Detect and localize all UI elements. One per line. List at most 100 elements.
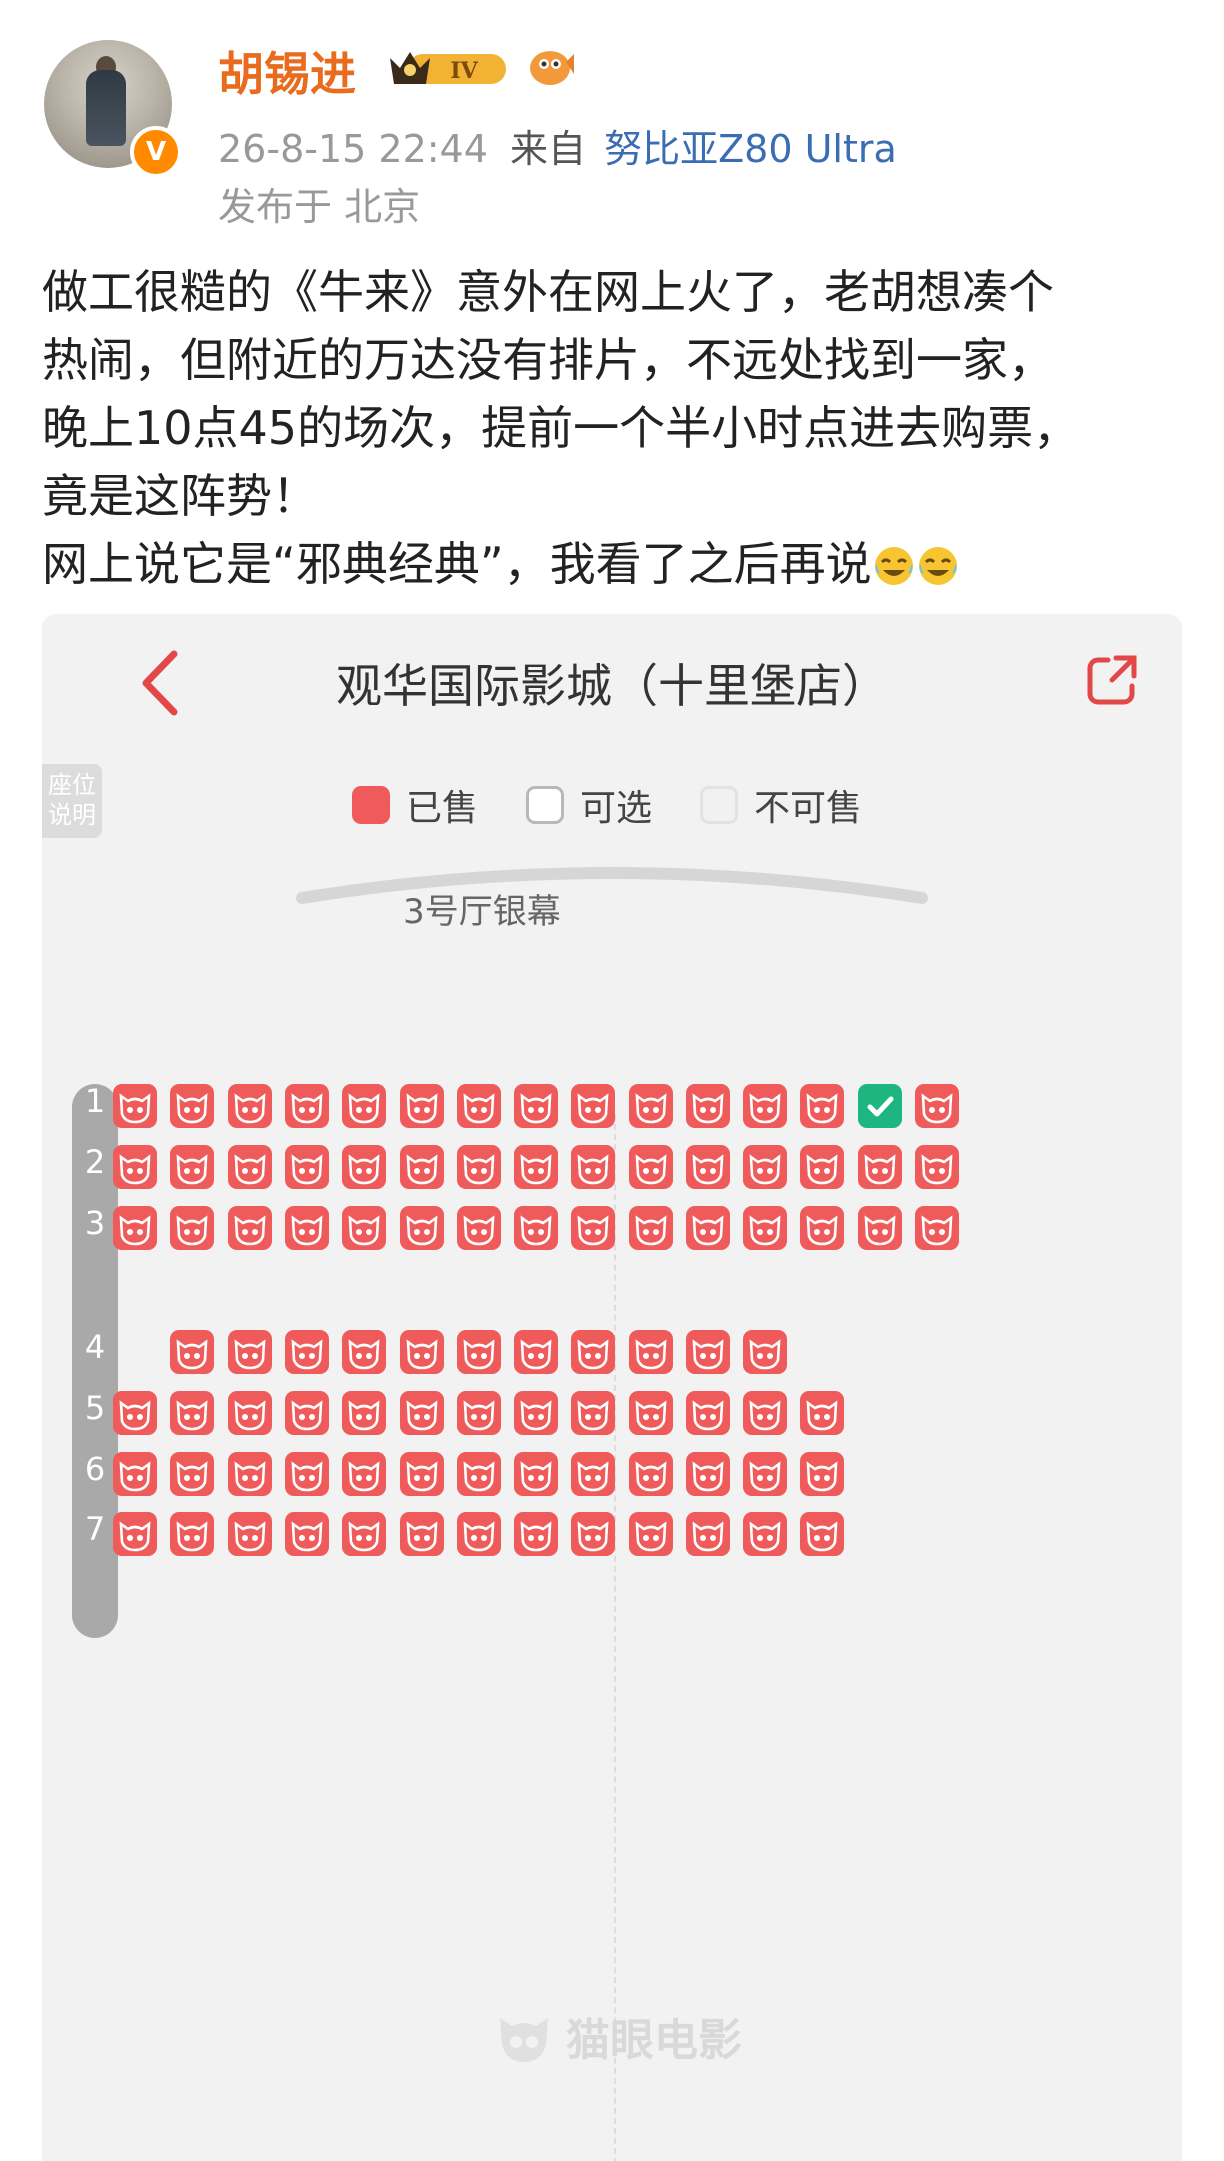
sold-seat[interactable]	[285, 1512, 329, 1556]
sold-seat[interactable]	[915, 1145, 959, 1189]
sold-seat[interactable]	[170, 1391, 214, 1435]
sold-seat[interactable]	[514, 1452, 558, 1496]
sold-seat[interactable]	[629, 1145, 673, 1189]
selected-seat[interactable]	[858, 1084, 902, 1128]
sold-seat[interactable]	[915, 1206, 959, 1250]
sold-seat[interactable]	[113, 1145, 157, 1189]
sold-seat[interactable]	[743, 1452, 787, 1496]
sold-seat[interactable]	[571, 1391, 615, 1435]
sold-seat[interactable]	[686, 1452, 730, 1496]
sold-seat[interactable]	[743, 1330, 787, 1374]
sold-seat[interactable]	[514, 1145, 558, 1189]
sold-seat[interactable]	[858, 1206, 902, 1250]
sold-seat[interactable]	[629, 1330, 673, 1374]
sold-seat[interactable]	[400, 1512, 444, 1556]
sold-seat[interactable]	[457, 1391, 501, 1435]
sold-seat[interactable]	[170, 1512, 214, 1556]
sold-seat[interactable]	[457, 1084, 501, 1128]
sold-seat[interactable]	[629, 1452, 673, 1496]
sold-seat[interactable]	[342, 1512, 386, 1556]
sold-seat[interactable]	[858, 1145, 902, 1189]
sold-seat[interactable]	[686, 1084, 730, 1128]
sold-seat[interactable]	[400, 1452, 444, 1496]
share-icon[interactable]	[1082, 650, 1142, 710]
sold-seat[interactable]	[228, 1452, 272, 1496]
sold-seat[interactable]	[170, 1330, 214, 1374]
sold-seat[interactable]	[285, 1206, 329, 1250]
sold-seat[interactable]	[342, 1084, 386, 1128]
sold-seat[interactable]	[400, 1330, 444, 1374]
sold-seat[interactable]	[285, 1145, 329, 1189]
sold-seat[interactable]	[571, 1206, 615, 1250]
sold-seat[interactable]	[686, 1330, 730, 1374]
sold-seat[interactable]	[285, 1084, 329, 1128]
sold-seat[interactable]	[743, 1391, 787, 1435]
sold-seat[interactable]	[743, 1206, 787, 1250]
sold-seat[interactable]	[457, 1330, 501, 1374]
sold-seat[interactable]	[113, 1512, 157, 1556]
sold-seat[interactable]	[342, 1206, 386, 1250]
sold-seat[interactable]	[571, 1512, 615, 1556]
sold-seat[interactable]	[228, 1391, 272, 1435]
sold-seat[interactable]	[686, 1206, 730, 1250]
sold-seat[interactable]	[342, 1391, 386, 1435]
sold-seat[interactable]	[800, 1145, 844, 1189]
sold-seat[interactable]	[228, 1084, 272, 1128]
sold-seat[interactable]	[113, 1391, 157, 1435]
sold-seat[interactable]	[400, 1145, 444, 1189]
sold-seat[interactable]	[400, 1084, 444, 1128]
sold-seat[interactable]	[170, 1084, 214, 1128]
sold-seat[interactable]	[285, 1391, 329, 1435]
sold-seat[interactable]	[800, 1206, 844, 1250]
sold-seat[interactable]	[743, 1145, 787, 1189]
sold-seat[interactable]	[113, 1206, 157, 1250]
sold-seat[interactable]	[228, 1206, 272, 1250]
sold-seat[interactable]	[800, 1391, 844, 1435]
sold-seat[interactable]	[800, 1512, 844, 1556]
sold-seat[interactable]	[228, 1330, 272, 1374]
sold-seat[interactable]	[457, 1145, 501, 1189]
sold-seat[interactable]	[457, 1452, 501, 1496]
sold-seat[interactable]	[342, 1452, 386, 1496]
sold-seat[interactable]	[514, 1330, 558, 1374]
sold-seat[interactable]	[228, 1145, 272, 1189]
sold-seat[interactable]	[342, 1330, 386, 1374]
sold-seat[interactable]	[629, 1206, 673, 1250]
sold-seat[interactable]	[571, 1084, 615, 1128]
sold-seat[interactable]	[514, 1512, 558, 1556]
seat-map-screenshot[interactable]: 观华国际影城（十里堡店） 座位说明 已售 可选 不可售 3号厅银幕 猫眼电影 1	[42, 614, 1182, 2161]
sold-seat[interactable]	[686, 1512, 730, 1556]
sold-seat[interactable]	[228, 1512, 272, 1556]
sold-seat[interactable]	[629, 1512, 673, 1556]
sold-seat[interactable]	[571, 1145, 615, 1189]
sold-seat[interactable]	[800, 1084, 844, 1128]
sold-seat[interactable]	[514, 1391, 558, 1435]
sold-seat[interactable]	[571, 1452, 615, 1496]
sold-seat[interactable]	[686, 1145, 730, 1189]
sold-seat[interactable]	[457, 1512, 501, 1556]
sold-seat[interactable]	[915, 1084, 959, 1128]
sold-seat[interactable]	[113, 1084, 157, 1128]
sold-seat[interactable]	[571, 1330, 615, 1374]
sold-seat[interactable]	[514, 1084, 558, 1128]
sold-seat[interactable]	[285, 1330, 329, 1374]
sold-seat[interactable]	[113, 1452, 157, 1496]
sold-seat[interactable]	[170, 1206, 214, 1250]
seat-legend-tab[interactable]: 座位说明	[42, 764, 102, 838]
sold-seat[interactable]	[285, 1452, 329, 1496]
sold-seat[interactable]	[800, 1452, 844, 1496]
username[interactable]: 胡锡进	[218, 38, 356, 104]
sold-seat[interactable]	[170, 1452, 214, 1496]
sold-seat[interactable]	[400, 1206, 444, 1250]
sold-seat[interactable]	[457, 1206, 501, 1250]
sold-seat[interactable]	[342, 1145, 386, 1189]
sold-seat[interactable]	[629, 1084, 673, 1128]
sold-seat[interactable]	[686, 1391, 730, 1435]
sold-seat[interactable]	[514, 1206, 558, 1250]
device-link[interactable]: 努比亚Z80 Ultra	[604, 127, 897, 171]
sold-seat[interactable]	[629, 1391, 673, 1435]
sold-seat[interactable]	[400, 1391, 444, 1435]
sold-seat[interactable]	[743, 1512, 787, 1556]
sold-seat[interactable]	[170, 1145, 214, 1189]
sold-seat[interactable]	[743, 1084, 787, 1128]
